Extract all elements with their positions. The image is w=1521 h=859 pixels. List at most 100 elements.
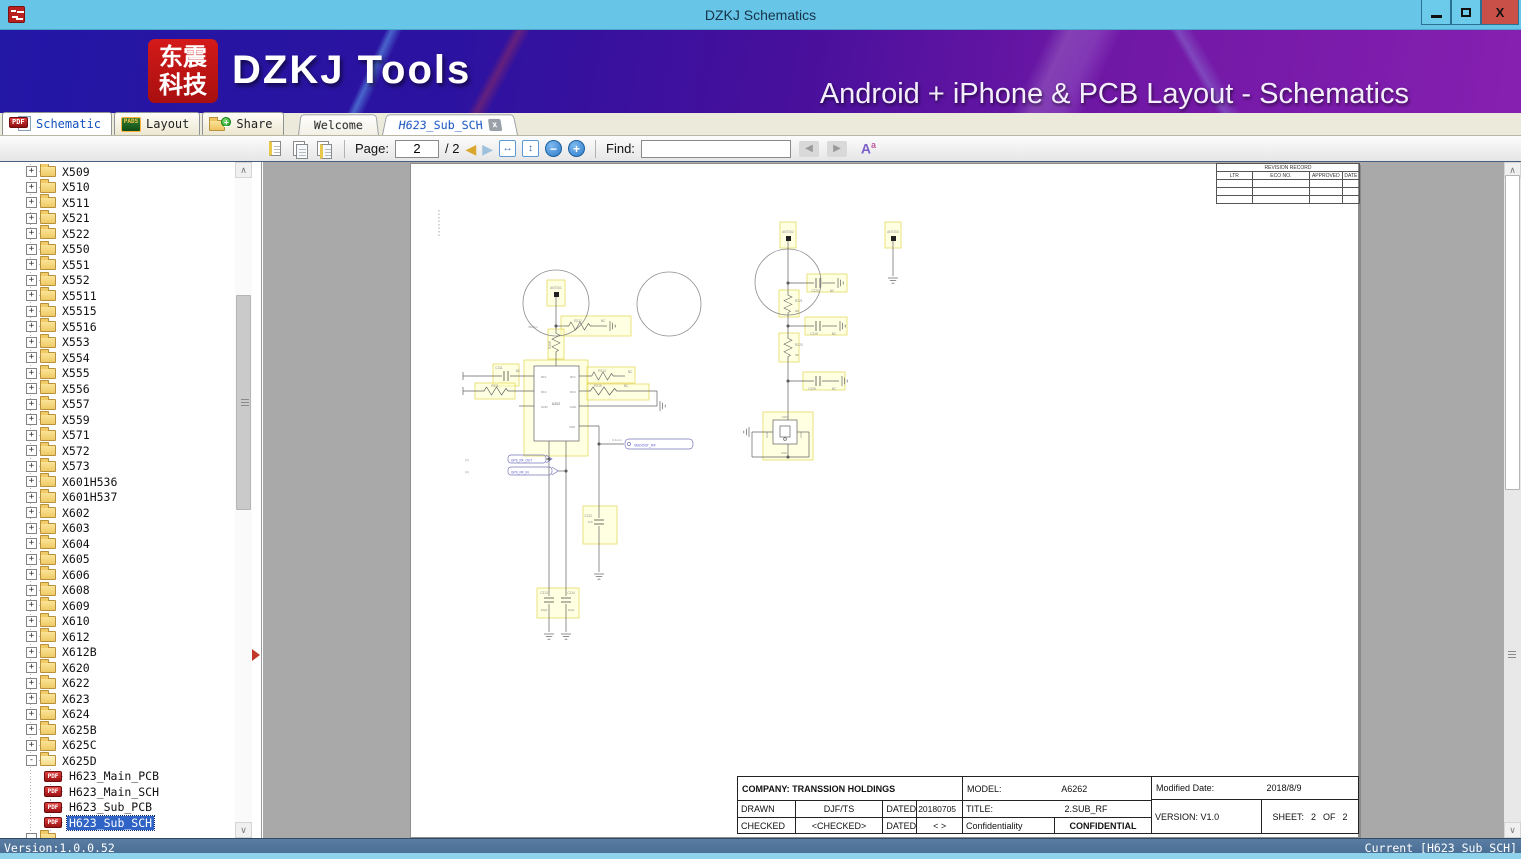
tree-folder-row[interactable]: + X605 xyxy=(0,550,234,567)
expand-icon[interactable]: + xyxy=(26,352,37,364)
tree-folder-row[interactable]: + X510 xyxy=(0,178,234,195)
tree-folder-row[interactable]: + X622 xyxy=(0,674,234,691)
expand-icon[interactable]: + xyxy=(26,367,37,379)
expand-icon[interactable]: + xyxy=(26,507,37,519)
tree-folder-row[interactable]: + X556 xyxy=(0,380,234,397)
tree-folder-row[interactable]: + X550 xyxy=(0,240,234,257)
zoom-in-button[interactable]: + xyxy=(568,140,586,157)
tree-folder-row[interactable]: + X551 xyxy=(0,256,234,273)
next-page-button[interactable]: ▶ xyxy=(482,142,493,156)
expand-icon[interactable]: + xyxy=(26,166,37,178)
expand-icon[interactable]: + xyxy=(26,724,37,736)
expand-icon[interactable]: + xyxy=(26,197,37,209)
expand-icon[interactable]: + xyxy=(26,336,37,348)
doc-tab-h623-sub-sch[interactable]: H623_Sub_SCH x xyxy=(382,114,518,135)
tree-folder-row[interactable]: + X5511 xyxy=(0,287,234,304)
tree-folder-row[interactable]: + X612B xyxy=(0,643,234,660)
expand-icon[interactable]: + xyxy=(26,631,37,643)
expand-icon[interactable]: + xyxy=(26,646,37,658)
tree-folder-row[interactable]: + X601H537 xyxy=(0,488,234,505)
expand-icon[interactable]: + xyxy=(26,739,37,751)
tree-scrollbar-thumb[interactable] xyxy=(236,295,251,510)
expand-icon[interactable]: + xyxy=(26,305,37,317)
tree-folder-row[interactable]: + X612 xyxy=(0,628,234,645)
tree-folder-row[interactable]: + X553 xyxy=(0,333,234,350)
tree-folder-row[interactable]: + X625B xyxy=(0,721,234,738)
expand-icon[interactable]: + xyxy=(26,677,37,689)
expand-icon[interactable]: + xyxy=(26,600,37,612)
fit-page-button[interactable]: ↕ xyxy=(522,140,540,157)
tree-folder-row[interactable]: + X557 xyxy=(0,395,234,412)
tree-folder-row[interactable]: + X608 xyxy=(0,581,234,598)
scroll-down-button[interactable]: ∨ xyxy=(235,822,252,838)
tree-folder-row[interactable]: + X522 xyxy=(0,225,234,242)
tree-folder-row[interactable]: + X610 xyxy=(0,612,234,629)
minimize-button[interactable] xyxy=(1421,0,1451,25)
copy-pages-icon[interactable] xyxy=(292,140,310,159)
tree-folder-row[interactable]: + X554 xyxy=(0,349,234,366)
find-prev-button[interactable]: ◀ xyxy=(798,140,819,157)
prev-page-button[interactable]: ◀ xyxy=(465,142,476,156)
single-page-icon[interactable] xyxy=(268,140,286,158)
expand-icon[interactable]: + xyxy=(26,429,37,441)
scroll-down-button[interactable]: ∨ xyxy=(1504,822,1521,838)
expand-icon[interactable]: + xyxy=(26,228,37,240)
expand-icon[interactable]: + xyxy=(26,181,37,193)
expand-icon[interactable]: + xyxy=(26,538,37,550)
match-case-icon[interactable]: Aa xyxy=(861,140,876,157)
tree-folder-row[interactable]: + X555 xyxy=(0,364,234,381)
tree-folder-row[interactable]: + X623 xyxy=(0,690,234,707)
tree-folder-row[interactable]: + X604 xyxy=(0,535,234,552)
expand-icon[interactable]: + xyxy=(26,569,37,581)
tree-folder-row[interactable]: + X572 xyxy=(0,442,234,459)
scroll-up-button[interactable]: ∧ xyxy=(235,162,252,178)
find-next-button[interactable]: ▶ xyxy=(826,140,847,157)
tree-folder-row-expanded[interactable]: - X625D xyxy=(0,752,234,769)
expand-icon[interactable]: + xyxy=(26,662,37,674)
tree-folder-row[interactable]: + X609 xyxy=(0,597,234,614)
expand-icon[interactable]: + xyxy=(26,491,37,503)
tree-folder-row[interactable]: + X559 xyxy=(0,411,234,428)
expand-icon[interactable]: + xyxy=(26,615,37,627)
tree-folder-row[interactable]: + X5516 xyxy=(0,318,234,335)
expand-icon[interactable]: + xyxy=(26,584,37,596)
tab-layout[interactable]: PADS Layout xyxy=(114,112,201,135)
expand-icon[interactable]: + xyxy=(26,212,37,224)
expand-icon[interactable]: + xyxy=(26,476,37,488)
collapse-icon[interactable]: - xyxy=(26,755,37,767)
tab-schematic[interactable]: PDF Schematic xyxy=(2,112,113,135)
tree-folder-row[interactable]: + X603 xyxy=(0,519,234,536)
document-scrollbar[interactable]: ∧ ∨ xyxy=(1504,162,1521,838)
export-pages-icon[interactable] xyxy=(316,140,334,159)
expand-icon[interactable]: + xyxy=(26,383,37,395)
tree-pdf-row[interactable]: PDF H623_Main_SCH xyxy=(0,784,234,800)
tree-pdf-row[interactable]: PDF H623_Main_PCB xyxy=(0,768,234,784)
expand-icon[interactable]: + xyxy=(26,553,37,565)
tree-folder-row[interactable]: + X509 xyxy=(0,164,234,180)
tab-share[interactable]: + Share xyxy=(202,112,284,135)
document-scrollbar-thumb[interactable] xyxy=(1505,175,1520,490)
tree-folder-row[interactable]: + X601H536 xyxy=(0,473,234,490)
expand-icon[interactable]: + xyxy=(26,460,37,472)
tree-folder-row[interactable]: + X5515 xyxy=(0,302,234,319)
panel-splitter-arrow[interactable] xyxy=(252,649,260,661)
expand-icon[interactable]: + xyxy=(26,522,37,534)
expand-icon[interactable]: + xyxy=(26,274,37,286)
tab-close-button[interactable]: x xyxy=(487,118,503,132)
tree-folder-row[interactable]: + X552 xyxy=(0,271,234,288)
tree-pdf-row[interactable]: PDF H623_Sub_SCH xyxy=(0,814,234,831)
maximize-button[interactable] xyxy=(1451,0,1481,25)
tree-folder-row[interactable]: + X620 xyxy=(0,659,234,676)
tree-folder-row[interactable]: + X521 xyxy=(0,209,234,226)
fit-width-button[interactable]: ↔ xyxy=(499,140,517,157)
expand-icon[interactable]: + xyxy=(26,243,37,255)
find-input[interactable] xyxy=(640,139,791,158)
expand-icon[interactable]: + xyxy=(26,414,37,426)
tree-pdf-row[interactable]: PDF H623_Sub_PCB xyxy=(0,799,234,815)
expand-icon[interactable]: + xyxy=(26,708,37,720)
tree-folder-row[interactable]: + X571 xyxy=(0,426,234,443)
tree-folder-row[interactable]: + X606 xyxy=(0,566,234,583)
expand-icon[interactable]: + xyxy=(26,693,37,705)
zoom-out-button[interactable]: − xyxy=(545,140,563,157)
tree-folder-row[interactable]: + X624 xyxy=(0,705,234,722)
